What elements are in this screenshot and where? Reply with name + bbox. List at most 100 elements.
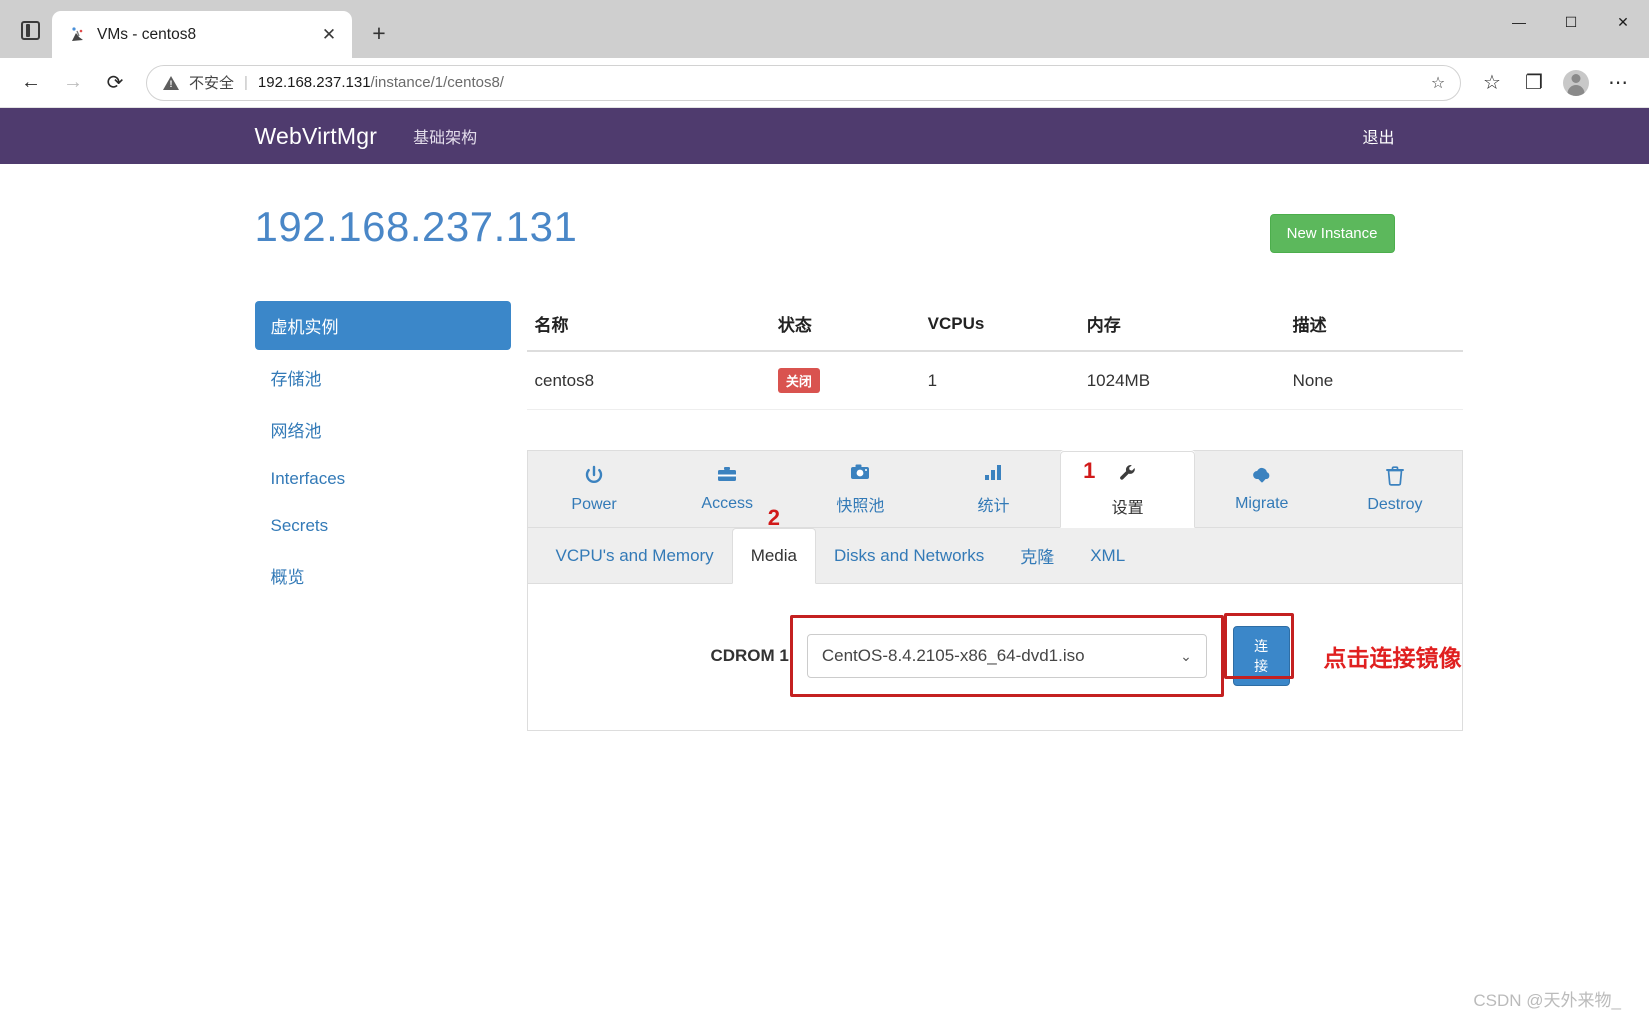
column-header-description: 描述 (1285, 301, 1463, 351)
window-controls: — ☐ ✕ (1493, 0, 1649, 44)
iso-select-value: CentOS-8.4.2105-x86_64-dvd1.iso (822, 646, 1085, 666)
new-tab-button[interactable]: + (362, 16, 396, 50)
column-header-memory: 内存 (1079, 301, 1285, 351)
subtab-clone[interactable]: 克隆 (1002, 528, 1072, 583)
instances-table: 名称 状态 VCPUs 内存 描述 centos8 关闭 (527, 301, 1463, 410)
trash-icon (1385, 465, 1405, 490)
back-icon[interactable]: ← (12, 64, 50, 102)
maximize-button[interactable]: ☐ (1545, 0, 1597, 44)
reload-icon[interactable]: ⟳ (96, 64, 134, 102)
tab-statistics-label: 统计 (977, 492, 1009, 516)
cell-instance-description: None (1285, 351, 1463, 410)
omnibox-separator: | (244, 74, 248, 91)
minimize-button[interactable]: — (1493, 0, 1545, 44)
cell-instance-name[interactable]: centos8 (527, 351, 770, 410)
tab-actions-button[interactable] (8, 8, 52, 52)
chevron-down-icon: ⌄ (1180, 648, 1192, 665)
subtab-disks-networks[interactable]: Disks and Networks (816, 528, 1002, 583)
page-header: 192.168.237.131 New Instance (255, 206, 1395, 253)
table-header-row: 名称 状态 VCPUs 内存 描述 (527, 301, 1463, 351)
sidebar-item-instances[interactable]: 虚机实例 (255, 301, 511, 350)
browser-window: VMs - centos8 ✕ + — ☐ ✕ ← → ⟳ 不安全 | 192.… (0, 0, 1649, 1021)
tab-destroy[interactable]: Destroy (1328, 451, 1461, 527)
url-host: 192.168.237.131 (258, 74, 371, 91)
media-panel: CDROM 1 CentOS-8.4.2105-x86_64-dvd1.iso … (527, 584, 1463, 731)
power-icon (583, 464, 605, 490)
close-window-button[interactable]: ✕ (1597, 0, 1649, 44)
camera-icon (849, 462, 871, 486)
app-brand[interactable]: WebVirtMgr (255, 123, 378, 150)
sidebar-item-interfaces[interactable]: Interfaces (255, 457, 511, 501)
url-text: 192.168.237.131/instance/1/centos8/ (258, 74, 504, 91)
connect-button[interactable]: 连接 (1233, 626, 1290, 686)
webvirtmgr-favicon (68, 25, 87, 44)
tab-statistics[interactable]: 统计 (927, 451, 1060, 527)
app-navbar: WebVirtMgr 基础架构 退出 (0, 108, 1649, 164)
cdrom-label: CDROM 1 (528, 646, 807, 666)
page-title: 192.168.237.131 (255, 206, 578, 248)
watermark: CSDN @天外来物_ (1473, 986, 1621, 1011)
page-container: 192.168.237.131 New Instance 虚机实例 存储池 网络… (255, 164, 1395, 731)
sidebar: 虚机实例 存储池 网络池 Interfaces Secrets 概览 (255, 301, 527, 731)
tab-access-label: Access (701, 495, 753, 513)
column-header-name: 名称 (527, 301, 770, 351)
tab-power[interactable]: Power (528, 451, 661, 527)
browser-toolbar: ← → ⟳ 不安全 | 192.168.237.131/instance/1/c… (0, 58, 1649, 108)
connect-button-wrapper: 连接 (1207, 626, 1290, 686)
add-favorite-icon[interactable]: ☆ (1422, 67, 1454, 99)
subtab-vcpus-memory[interactable]: VCPU's and Memory (538, 528, 732, 583)
tab-settings[interactable]: 1 设置 (1060, 451, 1195, 528)
address-bar[interactable]: 不安全 | 192.168.237.131/instance/1/centos8… (146, 65, 1461, 101)
subtab-xml[interactable]: XML (1072, 528, 1143, 583)
profile-button[interactable] (1557, 64, 1595, 102)
annotation-step-2: 2 (768, 507, 780, 529)
iso-select-wrapper: CentOS-8.4.2105-x86_64-dvd1.iso ⌄ (807, 634, 1207, 678)
tab-power-label: Power (571, 496, 616, 514)
subtab-media-label: Media (751, 546, 797, 566)
status-badge: 关闭 (778, 368, 820, 393)
sidebar-item-storage-pools[interactable]: 存储池 (255, 353, 511, 402)
sidebar-item-overview[interactable]: 概览 (255, 551, 511, 600)
column-header-vcpus: VCPUs (920, 301, 1079, 351)
iso-select[interactable]: CentOS-8.4.2105-x86_64-dvd1.iso ⌄ (807, 634, 1207, 678)
tab-title: VMs - centos8 (97, 26, 306, 44)
nav-item-infrastructure[interactable]: 基础架构 (413, 124, 477, 148)
cell-instance-state: 关闭 (770, 351, 920, 410)
not-secure-warning-icon (163, 76, 179, 90)
url-path: /instance/1/centos8/ (371, 74, 504, 91)
bar-chart-icon (982, 462, 1004, 486)
page-viewport: WebVirtMgr 基础架构 退出 192.168.237.131 New I… (0, 108, 1649, 1021)
new-instance-button[interactable]: New Instance (1270, 214, 1395, 253)
column-header-state: 状态 (770, 301, 920, 351)
sidebar-item-secrets[interactable]: Secrets (255, 504, 511, 548)
browser-tab[interactable]: VMs - centos8 ✕ (52, 11, 352, 58)
favorites-icon[interactable]: ☆ (1473, 64, 1511, 102)
subtab-media[interactable]: 2 Media (732, 528, 816, 584)
tab-strip: VMs - centos8 ✕ + — ☐ ✕ (0, 0, 1649, 58)
tab-migrate[interactable]: Migrate (1195, 451, 1328, 527)
tab-close-icon[interactable]: ✕ (316, 22, 342, 48)
instance-action-tabs: Power Access 快照池 (527, 450, 1463, 528)
profile-avatar-icon (1563, 70, 1589, 96)
sidebar-item-network-pools[interactable]: 网络池 (255, 405, 511, 454)
table-row[interactable]: centos8 关闭 1 1024MB None (527, 351, 1463, 410)
more-options-icon[interactable]: ⋯ (1599, 64, 1637, 102)
cell-instance-memory: 1024MB (1079, 351, 1285, 410)
annotation-step-1: 1 (1083, 460, 1095, 482)
forward-icon[interactable]: → (54, 64, 92, 102)
tab-migrate-label: Migrate (1235, 495, 1288, 513)
cell-instance-vcpus: 1 (920, 351, 1079, 410)
logout-link[interactable]: 退出 (1362, 124, 1394, 148)
tab-settings-label: 设置 (1112, 494, 1144, 518)
settings-sub-tabs: VCPU's and Memory 2 Media Disks and Netw… (527, 528, 1463, 584)
main-row: 虚机实例 存储池 网络池 Interfaces Secrets 概览 名称 状态… (255, 301, 1395, 731)
security-status-text: 不安全 (189, 72, 234, 93)
content-area: 名称 状态 VCPUs 内存 描述 centos8 关闭 (527, 301, 1463, 731)
cloud-download-icon (1250, 465, 1274, 489)
annotation-hint-text: 点击连接镜像 (1324, 639, 1462, 673)
collections-icon[interactable]: ❐ (1515, 64, 1553, 102)
tab-snapshots[interactable]: 快照池 (794, 451, 927, 527)
tab-destroy-label: Destroy (1367, 496, 1422, 514)
briefcase-icon (716, 465, 738, 489)
wrench-icon (1117, 462, 1139, 488)
